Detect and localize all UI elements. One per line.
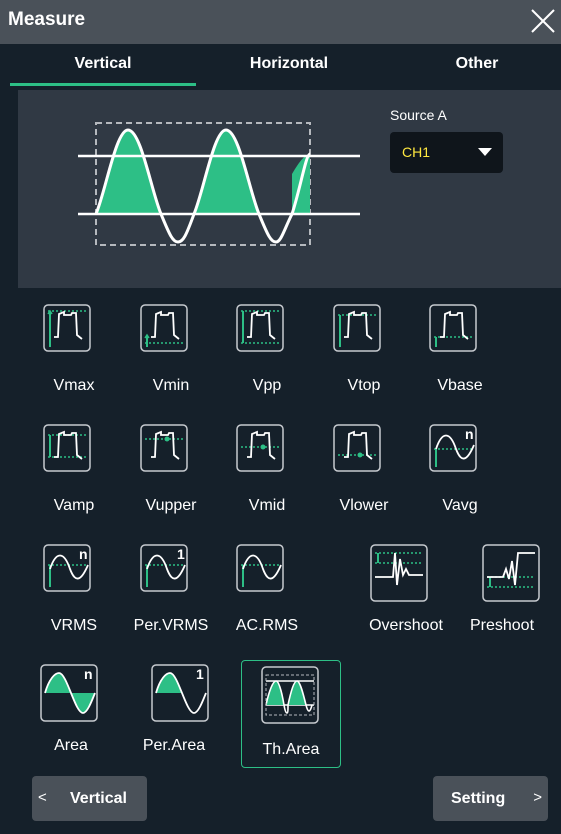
badge: n bbox=[84, 666, 93, 682]
badge: 1 bbox=[196, 666, 204, 682]
measure-item-vmin[interactable]: Vmin bbox=[123, 299, 219, 399]
measure-label: VRMS bbox=[50, 617, 98, 634]
measure-item-vlower[interactable]: Vlower bbox=[316, 419, 412, 519]
waveform-diagram bbox=[78, 122, 360, 246]
measure-label: Vamp bbox=[53, 497, 95, 514]
tab-horizontal[interactable]: Horizontal bbox=[196, 44, 382, 86]
source-a-label: Source A bbox=[390, 107, 447, 123]
ac-rms-icon bbox=[236, 544, 284, 592]
measure-item-per-vrms[interactable]: 1 Per.VRMS bbox=[123, 539, 219, 639]
badge: 1 bbox=[177, 546, 185, 562]
vrms-icon: n bbox=[43, 544, 91, 592]
th-area-icon bbox=[261, 666, 319, 724]
tab-other[interactable]: Other bbox=[382, 44, 561, 86]
measure-item-preshoot[interactable]: Preshoot bbox=[465, 539, 561, 639]
measure-item-per-area[interactable]: 1 Per.Area bbox=[134, 659, 230, 759]
chevron-left-icon: < bbox=[38, 789, 47, 806]
vavg-icon: n bbox=[429, 424, 477, 472]
title-bar: Measure bbox=[0, 0, 561, 44]
area-icon: n bbox=[40, 664, 98, 722]
measure-label: Vbase bbox=[437, 377, 483, 394]
measure-label: Preshoot bbox=[469, 617, 535, 634]
measure-item-vavg[interactable]: n Vavg bbox=[412, 419, 508, 519]
measure-item-vtop[interactable]: Vtop bbox=[316, 299, 412, 399]
badge: n bbox=[79, 546, 88, 562]
measure-label: Vmid bbox=[248, 497, 286, 514]
back-button-label: Vertical bbox=[70, 790, 127, 807]
measure-label: AC.RMS bbox=[235, 617, 299, 634]
measure-item-overshoot[interactable]: Overshoot bbox=[353, 539, 449, 639]
source-a-select[interactable]: CH1 bbox=[390, 132, 503, 173]
measure-item-vbase[interactable]: Vbase bbox=[412, 299, 508, 399]
vamp-icon bbox=[43, 424, 91, 472]
per-area-icon: 1 bbox=[151, 664, 209, 722]
measure-label: Vupper bbox=[145, 497, 197, 514]
setting-button-label: Setting bbox=[451, 790, 506, 807]
measure-label: Overshoot bbox=[369, 617, 443, 634]
vmax-icon bbox=[43, 304, 91, 352]
setting-button[interactable]: Setting > bbox=[433, 776, 548, 821]
vmin-icon bbox=[140, 304, 188, 352]
measure-item-vpp[interactable]: Vpp bbox=[219, 299, 315, 399]
measure-label: Vmin bbox=[152, 377, 190, 394]
measure-label: Vlower bbox=[339, 497, 389, 514]
measure-item-th-area[interactable]: Th.Area bbox=[241, 660, 341, 768]
measure-label: Th.Area bbox=[262, 741, 320, 758]
vmid-icon bbox=[236, 424, 284, 472]
back-vertical-button[interactable]: < Vertical bbox=[32, 776, 147, 821]
close-icon[interactable] bbox=[529, 6, 557, 36]
measure-item-vmax[interactable]: Vmax bbox=[26, 299, 122, 399]
vtop-icon bbox=[333, 304, 381, 352]
measure-label: Per.VRMS bbox=[133, 617, 209, 634]
vpp-icon bbox=[236, 304, 284, 352]
chevron-down-icon bbox=[478, 148, 492, 156]
measure-label: Vmax bbox=[53, 377, 95, 394]
measure-item-area[interactable]: n Area bbox=[23, 659, 119, 759]
measure-label: Per.Area bbox=[142, 737, 206, 754]
measurement-preview: Source A CH1 bbox=[18, 90, 561, 288]
measure-item-vupper[interactable]: Vupper bbox=[123, 419, 219, 519]
measure-item-vrms[interactable]: n VRMS bbox=[26, 539, 122, 639]
window-title: Measure bbox=[8, 9, 86, 30]
vbase-icon bbox=[429, 304, 477, 352]
tab-vertical[interactable]: Vertical bbox=[10, 44, 196, 86]
vlower-icon bbox=[333, 424, 381, 472]
tab-bar: Vertical Horizontal Other bbox=[0, 44, 561, 86]
source-value: CH1 bbox=[402, 144, 431, 160]
overshoot-icon bbox=[370, 544, 428, 602]
badge: n bbox=[465, 426, 474, 442]
preshoot-icon bbox=[482, 544, 540, 602]
per-vrms-icon: 1 bbox=[140, 544, 188, 592]
measure-label: Vavg bbox=[442, 497, 478, 514]
measure-label: Area bbox=[54, 737, 88, 754]
vupper-icon bbox=[140, 424, 188, 472]
chevron-right-icon: > bbox=[533, 789, 542, 806]
measure-label: Vpp bbox=[252, 377, 282, 394]
measure-item-vamp[interactable]: Vamp bbox=[26, 419, 122, 519]
measure-label: Vtop bbox=[347, 377, 381, 394]
measure-item-vmid[interactable]: Vmid bbox=[219, 419, 315, 519]
measure-item-ac-rms[interactable]: AC.RMS bbox=[219, 539, 315, 639]
